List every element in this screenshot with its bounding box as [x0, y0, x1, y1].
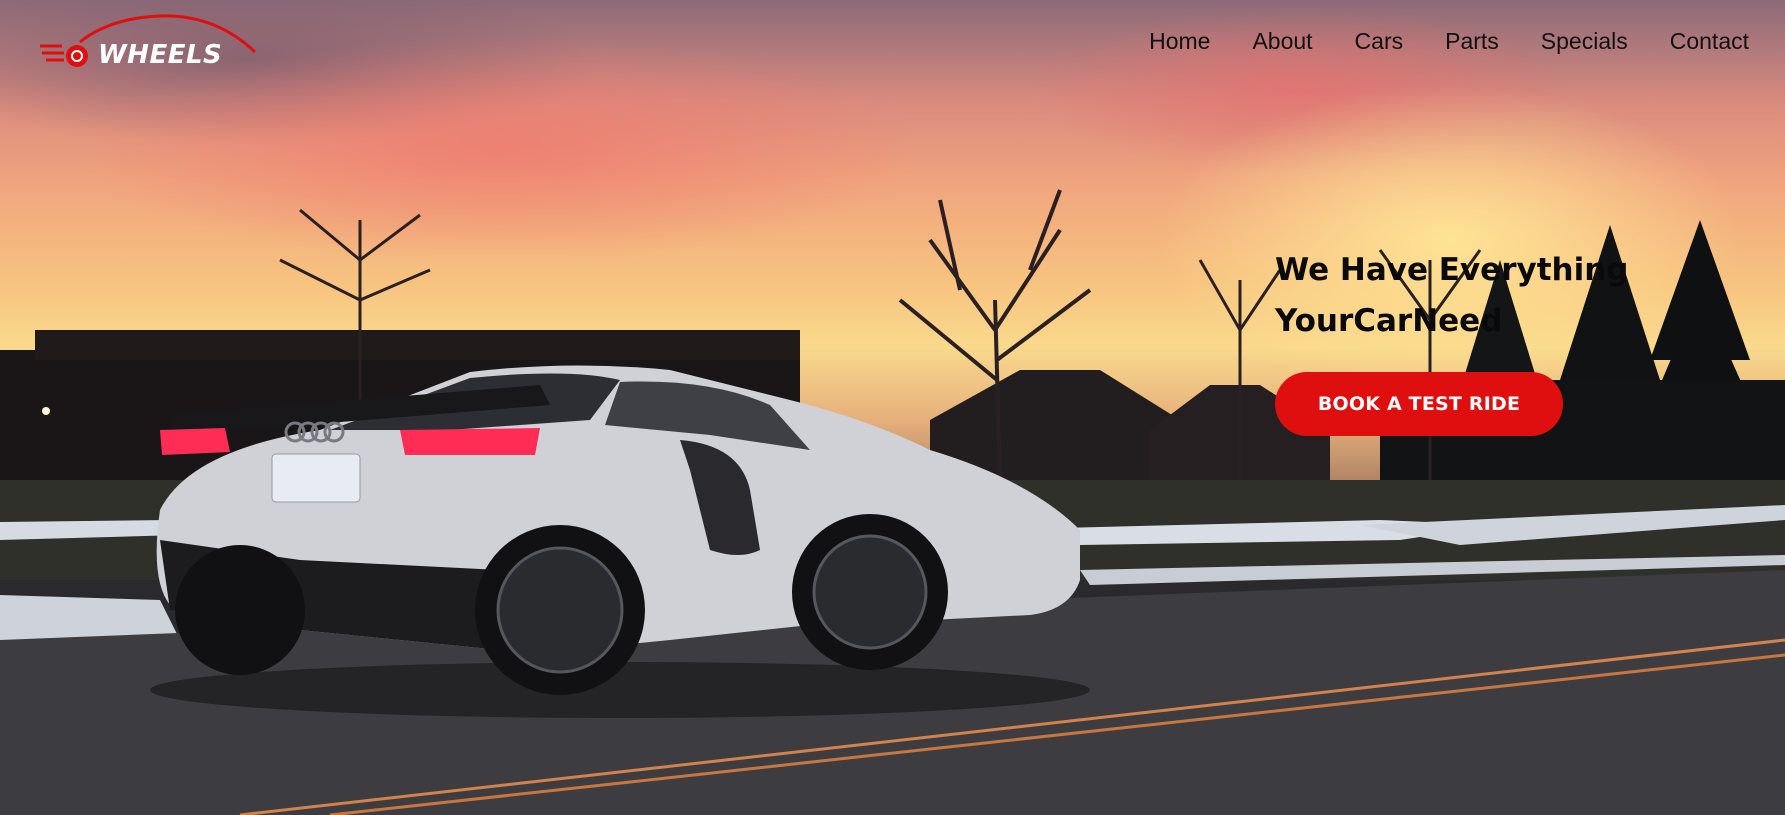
headline-line-2: YourCarNeed	[1275, 303, 1503, 339]
nav-item-specials[interactable]: Specials	[1541, 28, 1628, 55]
headline-line-1: We Have Everything	[1275, 252, 1629, 288]
nav-item-about[interactable]: About	[1252, 28, 1312, 55]
taillight	[160, 428, 230, 455]
book-test-ride-button[interactable]: BOOK A TEST RIDE	[1275, 372, 1563, 436]
sports-car-image	[150, 365, 1090, 718]
main-nav: Home About Cars Parts Specials Contact	[1107, 28, 1749, 55]
hero-section: WHEELS Home About Cars Parts Specials Co…	[0, 0, 1785, 815]
brand-logo[interactable]: WHEELS	[40, 12, 260, 74]
nav-item-contact[interactable]: Contact	[1670, 28, 1749, 55]
nav-item-parts[interactable]: Parts	[1445, 28, 1499, 55]
nav-item-cars[interactable]: Cars	[1355, 28, 1404, 55]
nav-item-home[interactable]: Home	[1149, 28, 1210, 55]
brand-name: WHEELS	[98, 40, 223, 70]
hero-headline: We Have Everything YourCarNeed	[1275, 245, 1695, 347]
license-plate	[271, 453, 361, 503]
